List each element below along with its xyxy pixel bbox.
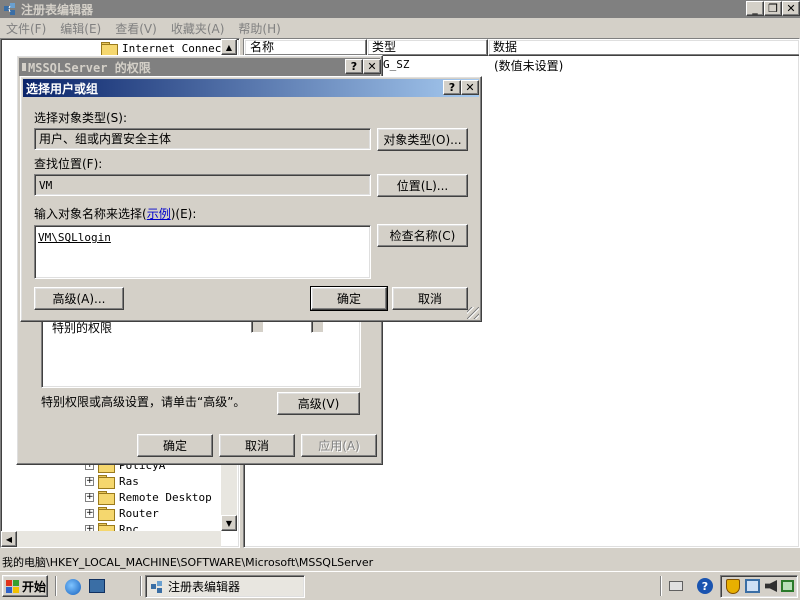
help-button[interactable]: ?: [345, 59, 363, 74]
menu-file[interactable]: 文件(F): [6, 20, 46, 37]
help-icon[interactable]: ?: [697, 578, 713, 594]
monitor-icon[interactable]: [781, 580, 794, 592]
status-path: 我的电脑\HKEY_LOCAL_MACHINE\SOFTWARE\Microso…: [2, 555, 374, 569]
tree-item[interactable]: + Ras: [85, 473, 139, 489]
network-icon[interactable]: [745, 579, 760, 593]
scroll-down-icon[interactable]: ▼: [221, 515, 237, 531]
divider: [660, 576, 662, 596]
keyboard-icon[interactable]: [669, 581, 683, 591]
start-button[interactable]: 开始: [2, 575, 48, 597]
folder-icon: [101, 42, 118, 56]
apply-button[interactable]: 应用(A): [301, 434, 377, 457]
menu-view[interactable]: 查看(V): [115, 20, 157, 37]
system-tray: [720, 575, 798, 598]
taskbar: 开始 注册表编辑器 ?: [0, 571, 800, 600]
select-users-title: 选择用户或组: [26, 81, 99, 96]
close-button[interactable]: ✕: [461, 80, 479, 95]
location-label: 查找位置(F):: [34, 157, 103, 171]
menu-help[interactable]: 帮助(H): [238, 20, 280, 37]
permissions-title: MSSQLServer 的权限: [28, 60, 151, 75]
advanced-button[interactable]: 高级(V): [277, 392, 360, 415]
select-users-title-bar[interactable]: 选择用户或组 ? ✕: [23, 79, 479, 97]
row-type: G_SZ: [383, 58, 410, 71]
expand-icon[interactable]: +: [85, 492, 94, 502]
regedit-icon: [3, 2, 17, 16]
menu-bar: 文件(F) 编辑(E) 查看(V) 收藏夹(A) 帮助(H): [0, 18, 800, 38]
cancel-button[interactable]: 取消: [219, 434, 295, 457]
tree-item[interactable]: + Remote Desktop: [85, 489, 212, 505]
internet-explorer-icon[interactable]: [65, 579, 81, 595]
volume-icon[interactable]: [765, 580, 777, 592]
advanced-hint: 特别权限或高级设置，请单击“高级”。: [41, 395, 246, 409]
minimize-button[interactable]: _: [746, 1, 764, 16]
status-bar: 我的电脑\HKEY_LOCAL_MACHINE\SOFTWARE\Microso…: [0, 552, 800, 571]
show-desktop-icon[interactable]: [89, 579, 105, 593]
object-type-field: 用户、组或内置安全主体: [34, 128, 371, 150]
examples-link[interactable]: 示例: [147, 207, 171, 221]
windows-logo-icon: [6, 579, 19, 593]
ok-button[interactable]: 确定: [310, 286, 388, 311]
main-title-bar[interactable]: 注册表编辑器 _ ❐ ✕: [0, 0, 800, 18]
scroll-up-icon[interactable]: ▲: [221, 39, 237, 55]
taskbar-button-regedit[interactable]: 注册表编辑器: [145, 575, 305, 598]
menu-edit[interactable]: 编辑(E): [60, 20, 101, 37]
tree-item[interactable]: + Router: [85, 505, 159, 521]
object-names-textarea[interactable]: VM\SQLlogin: [34, 225, 371, 279]
tree-hscrollbar[interactable]: ◀: [1, 531, 221, 547]
regedit-icon: [150, 580, 164, 594]
ok-button[interactable]: 确定: [137, 434, 213, 457]
object-types-button[interactable]: 对象类型(O)...: [377, 128, 468, 151]
scroll-left-icon[interactable]: ◀: [1, 531, 17, 547]
folder-icon: [98, 475, 115, 489]
close-button[interactable]: ✕: [363, 59, 381, 74]
column-header-type[interactable]: 类型: [367, 39, 488, 56]
resize-grip-icon[interactable]: [467, 307, 479, 319]
advanced-button[interactable]: 高级(A)...: [34, 287, 124, 310]
select-users-dialog: 选择用户或组 ? ✕ 选择对象类型(S): 用户、组或内置安全主体 对象类型(O…: [20, 76, 482, 322]
tree-item[interactable]: Internet Connecti: [101, 40, 235, 56]
location-field: VM: [34, 174, 371, 196]
locations-button[interactable]: 位置(L)...: [377, 174, 468, 197]
window-title: 注册表编辑器: [21, 2, 94, 17]
close-button[interactable]: ✕: [782, 1, 800, 16]
enter-names-label: 输入对象名称来选择(示例)(E):: [34, 207, 197, 221]
column-header-name[interactable]: 名称: [244, 39, 367, 56]
check-names-button[interactable]: 检查名称(C): [377, 224, 468, 247]
object-type-label: 选择对象类型(S):: [34, 111, 128, 125]
list-header: 名称 类型 数据: [244, 39, 799, 56]
expand-icon[interactable]: +: [85, 508, 94, 518]
column-header-data[interactable]: 数据: [488, 39, 799, 56]
expand-icon[interactable]: +: [85, 476, 94, 486]
help-button[interactable]: ?: [443, 80, 461, 95]
folder-icon: [98, 491, 115, 505]
divider: [55, 576, 57, 596]
row-data: (数值未设置): [494, 59, 564, 73]
permissions-title-bar[interactable]: MSSQLServer 的权限 ? ✕: [19, 58, 381, 76]
menu-favorites[interactable]: 收藏夹(A): [171, 20, 225, 37]
folder-icon: [98, 507, 115, 521]
restore-button[interactable]: ❐: [764, 1, 782, 16]
cancel-button[interactable]: 取消: [392, 287, 468, 310]
divider: [140, 576, 142, 596]
security-shield-icon[interactable]: [726, 579, 740, 594]
lock-icon: [22, 63, 26, 71]
